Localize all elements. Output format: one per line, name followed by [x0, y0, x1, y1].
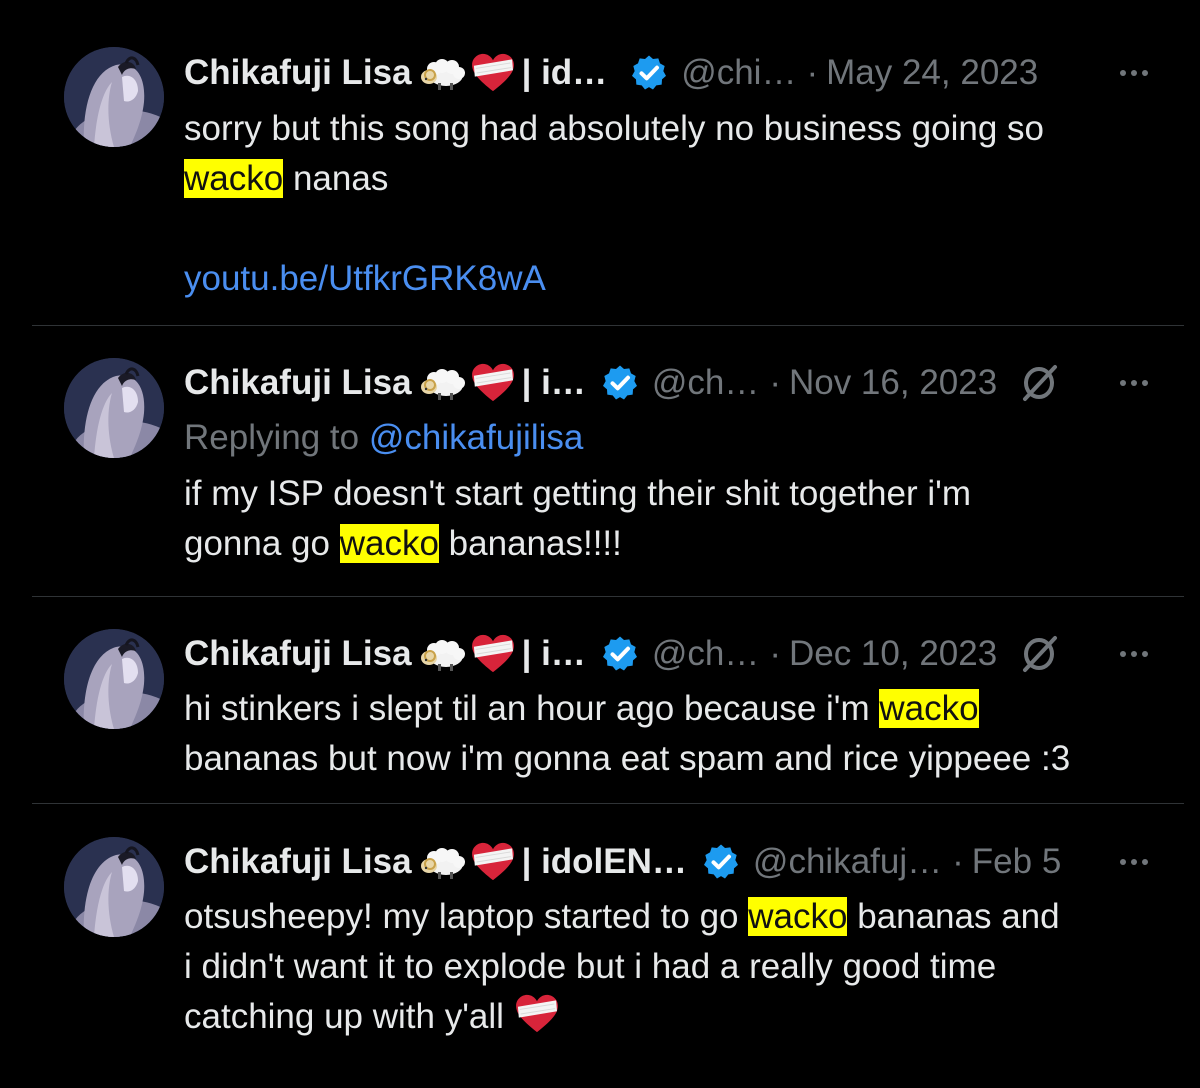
more-icon[interactable]: [1112, 842, 1156, 882]
name-emojis: [418, 53, 516, 93]
more-icon[interactable]: [1112, 363, 1156, 403]
avatar-image: [64, 47, 164, 147]
tweet-feed: Chikafuji Lisa | id… @chi… · May 24, 202…: [0, 0, 1200, 1088]
verified-badge-icon[interactable]: [600, 634, 640, 674]
user-handle[interactable]: @chikafuj…: [753, 842, 942, 882]
tweet-date[interactable]: Feb 5: [972, 842, 1062, 882]
tweet-header: Chikafuji Lisa | i… @ch… · Nov 16, 2023: [184, 363, 1100, 403]
tweet-text-line: wacko nanas: [184, 154, 1174, 204]
text-segment: if my ISP doesn't start getting their sh…: [184, 474, 971, 513]
display-name[interactable]: Chikafuji Lisa: [184, 363, 412, 403]
text-segment: hi stinkers i slept til an hour ago beca…: [184, 689, 870, 728]
user-handle[interactable]: @ch…: [652, 634, 760, 674]
tweet-date[interactable]: May 24, 2023: [826, 53, 1038, 93]
avatar[interactable]: [64, 837, 164, 937]
search-highlight: wacko: [748, 897, 848, 936]
tweet-date[interactable]: Nov 16, 2023: [789, 363, 997, 403]
separator-dot: ·: [952, 842, 964, 881]
display-name[interactable]: Chikafuji Lisa: [184, 634, 412, 674]
separator-dot: ·: [806, 53, 819, 92]
tweet-header: Chikafuji Lisa | idolEN… @chikafuj… · Fe…: [184, 842, 1100, 882]
name-emojis: [418, 634, 516, 674]
tweet-text-line: hi stinkers i slept til an hour ago beca…: [184, 684, 1174, 734]
tweet-text-line: if my ISP doesn't start getting their sh…: [184, 469, 1174, 519]
verified-badge-icon[interactable]: [600, 363, 640, 403]
display-name[interactable]: Chikafuji Lisa: [184, 842, 412, 882]
tweet-text-line: sorry but this song had absolutely no bu…: [184, 104, 1174, 154]
tweet-text: otsusheepy! my laptop started to go wack…: [184, 892, 1174, 1048]
heart-bandage-emoji: [470, 842, 516, 882]
tweet-text-line: i didn't want it to explode but i had a …: [184, 942, 1174, 992]
tweet-link[interactable]: youtu.be/UtfkrGRK8wA: [184, 259, 546, 298]
search-highlight: wacko: [184, 159, 284, 198]
verified-badge-icon[interactable]: [701, 842, 741, 882]
tweet[interactable]: Chikafuji Lisa | i… @ch… · Dec 10, 2023 …: [0, 597, 1200, 804]
name-emojis: [418, 842, 516, 882]
sheep-emoji: [418, 363, 468, 403]
text-segment: gonna go: [184, 524, 330, 563]
verified-badge-icon[interactable]: [629, 53, 669, 93]
name-emojis: [418, 363, 516, 403]
display-name-suffix[interactable]: | idolEN…: [522, 842, 687, 882]
display-name-suffix[interactable]: | id…: [522, 53, 608, 93]
text-segment: otsusheepy! my laptop started to go: [184, 897, 739, 936]
sheep-emoji: [418, 53, 468, 93]
tweet-text: sorry but this song had absolutely no bu…: [184, 104, 1174, 304]
tweet-text-line: gonna go wacko bananas!!!!: [184, 519, 1174, 569]
heart-bandage-emoji: [470, 634, 516, 674]
heart-bandage-emoji: [514, 994, 560, 1048]
separator-dot: ·: [769, 634, 781, 673]
tweet[interactable]: Chikafuji Lisa | i… @ch… · Nov 16, 2023 …: [0, 326, 1200, 597]
mention-link[interactable]: @chikafujilisa: [369, 418, 584, 457]
search-highlight: wacko: [879, 689, 979, 728]
text-segment: catching up with y'all: [184, 997, 504, 1036]
tweet-text: hi stinkers i slept til an hour ago beca…: [184, 684, 1174, 784]
display-name[interactable]: Chikafuji Lisa: [184, 53, 412, 93]
sheep-emoji: [418, 634, 468, 674]
heart-bandage-emoji: [470, 53, 516, 93]
text-segment: bananas but now i'm gonna eat spam and r…: [184, 739, 1071, 778]
user-handle[interactable]: @ch…: [652, 363, 760, 403]
search-highlight: wacko: [339, 524, 439, 563]
display-name-suffix[interactable]: | i…: [522, 634, 586, 674]
avatar[interactable]: [64, 47, 164, 147]
display-name-suffix[interactable]: | i…: [522, 363, 586, 403]
avatar-image: [64, 837, 164, 937]
more-icon[interactable]: [1112, 53, 1156, 93]
tweet[interactable]: Chikafuji Lisa | id… @chi… · May 24, 202…: [0, 0, 1200, 326]
avatar[interactable]: [64, 358, 164, 458]
tweet-date[interactable]: Dec 10, 2023: [789, 634, 997, 674]
avatar-image: [64, 629, 164, 729]
edited-icon[interactable]: [1019, 363, 1059, 403]
text-segment: bananas!!!!: [448, 524, 622, 563]
edited-icon[interactable]: [1019, 634, 1059, 674]
tweet[interactable]: Chikafuji Lisa | idolEN… @chikafuj… · Fe…: [0, 804, 1200, 1088]
tweet-text-line: otsusheepy! my laptop started to go wack…: [184, 892, 1174, 942]
replying-to: Replying to @chikafujilisa: [184, 413, 1174, 463]
tweet-text: Replying to @chikafujilisa if my ISP doe…: [184, 413, 1174, 569]
text-segment: nanas: [292, 159, 389, 198]
avatar[interactable]: [64, 629, 164, 729]
text-segment: i didn't want it to explode but i had a …: [184, 947, 997, 986]
sheep-emoji: [418, 842, 468, 882]
tweet-text-line: catching up with y'all: [184, 992, 1174, 1048]
text-segment: sorry but this song had absolutely no bu…: [184, 109, 1044, 148]
tweet-header: Chikafuji Lisa | id… @chi… · May 24, 202…: [184, 53, 1100, 93]
user-handle[interactable]: @chi…: [681, 53, 796, 93]
avatar-image: [64, 358, 164, 458]
heart-bandage-emoji: [470, 363, 516, 403]
replying-to-label: Replying to: [184, 418, 360, 457]
tweet-header: Chikafuji Lisa | i… @ch… · Dec 10, 2023: [184, 634, 1100, 674]
tweet-text-line: bananas but now i'm gonna eat spam and r…: [184, 734, 1174, 784]
more-icon[interactable]: [1112, 634, 1156, 674]
text-segment: bananas and: [857, 897, 1060, 936]
separator-dot: ·: [769, 363, 781, 402]
